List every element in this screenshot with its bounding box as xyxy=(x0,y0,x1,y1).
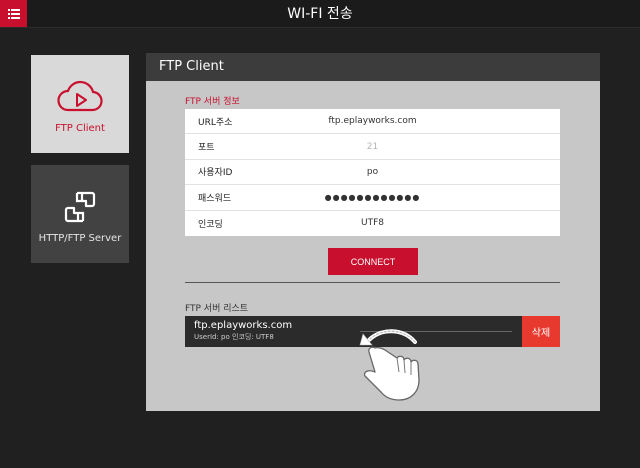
url-label: URL주소 xyxy=(198,117,233,128)
sidebar-item-http-ftp-server[interactable]: HTTP/FTP Server xyxy=(31,165,129,263)
user-id-row[interactable]: 사용자ID po xyxy=(185,160,560,186)
port-field[interactable]: 21 xyxy=(245,142,560,152)
password-row[interactable]: 패스워드 ●●●●●●●●●●●● xyxy=(185,185,560,211)
top-bar: WI-FI 전송 xyxy=(0,0,640,28)
user-id-field[interactable]: po xyxy=(245,167,560,177)
encoding-label: 인코딩 xyxy=(198,219,223,230)
swipe-gesture-icon xyxy=(359,329,420,401)
user-id-label: 사용자ID xyxy=(198,168,233,179)
sidebar-item-ftp-client[interactable]: FTP Client xyxy=(31,55,129,153)
encoding-field[interactable]: UTF8 xyxy=(245,218,560,228)
password-label: 패스워드 xyxy=(198,193,232,204)
cloud-play-icon xyxy=(57,80,103,112)
url-row[interactable]: URL주소 ftp.eplayworks.com xyxy=(185,109,560,135)
password-field[interactable]: ●●●●●●●●●●●● xyxy=(245,193,560,202)
port-row[interactable]: 포트 21 xyxy=(185,134,560,160)
delete-button[interactable]: 삭제 xyxy=(522,316,560,347)
url-field[interactable]: ftp.eplayworks.com xyxy=(245,116,560,126)
sidebar-item-label: FTP Client xyxy=(55,123,105,134)
encoding-row[interactable]: 인코딩 UTF8 xyxy=(185,211,560,236)
divider xyxy=(185,282,560,283)
port-label: 포트 xyxy=(198,143,215,154)
server-info-form: URL주소 ftp.eplayworks.com 포트 21 사용자ID po … xyxy=(185,109,560,236)
panel-title: FTP Client xyxy=(146,53,600,81)
link-nodes-icon xyxy=(64,191,96,223)
server-list-heading: FTP 서버 리스트 xyxy=(185,304,249,314)
connect-button[interactable]: CONNECT xyxy=(328,248,418,275)
window-title: WI-FI 전송 xyxy=(287,6,353,22)
server-info-heading: FTP 서버 정보 xyxy=(185,97,240,107)
sidebar-item-label: HTTP/FTP Server xyxy=(38,233,122,244)
server-list-item-body[interactable]: ftp.eplayworks.com UserId: po 인코딩: UTF8 xyxy=(185,316,522,347)
